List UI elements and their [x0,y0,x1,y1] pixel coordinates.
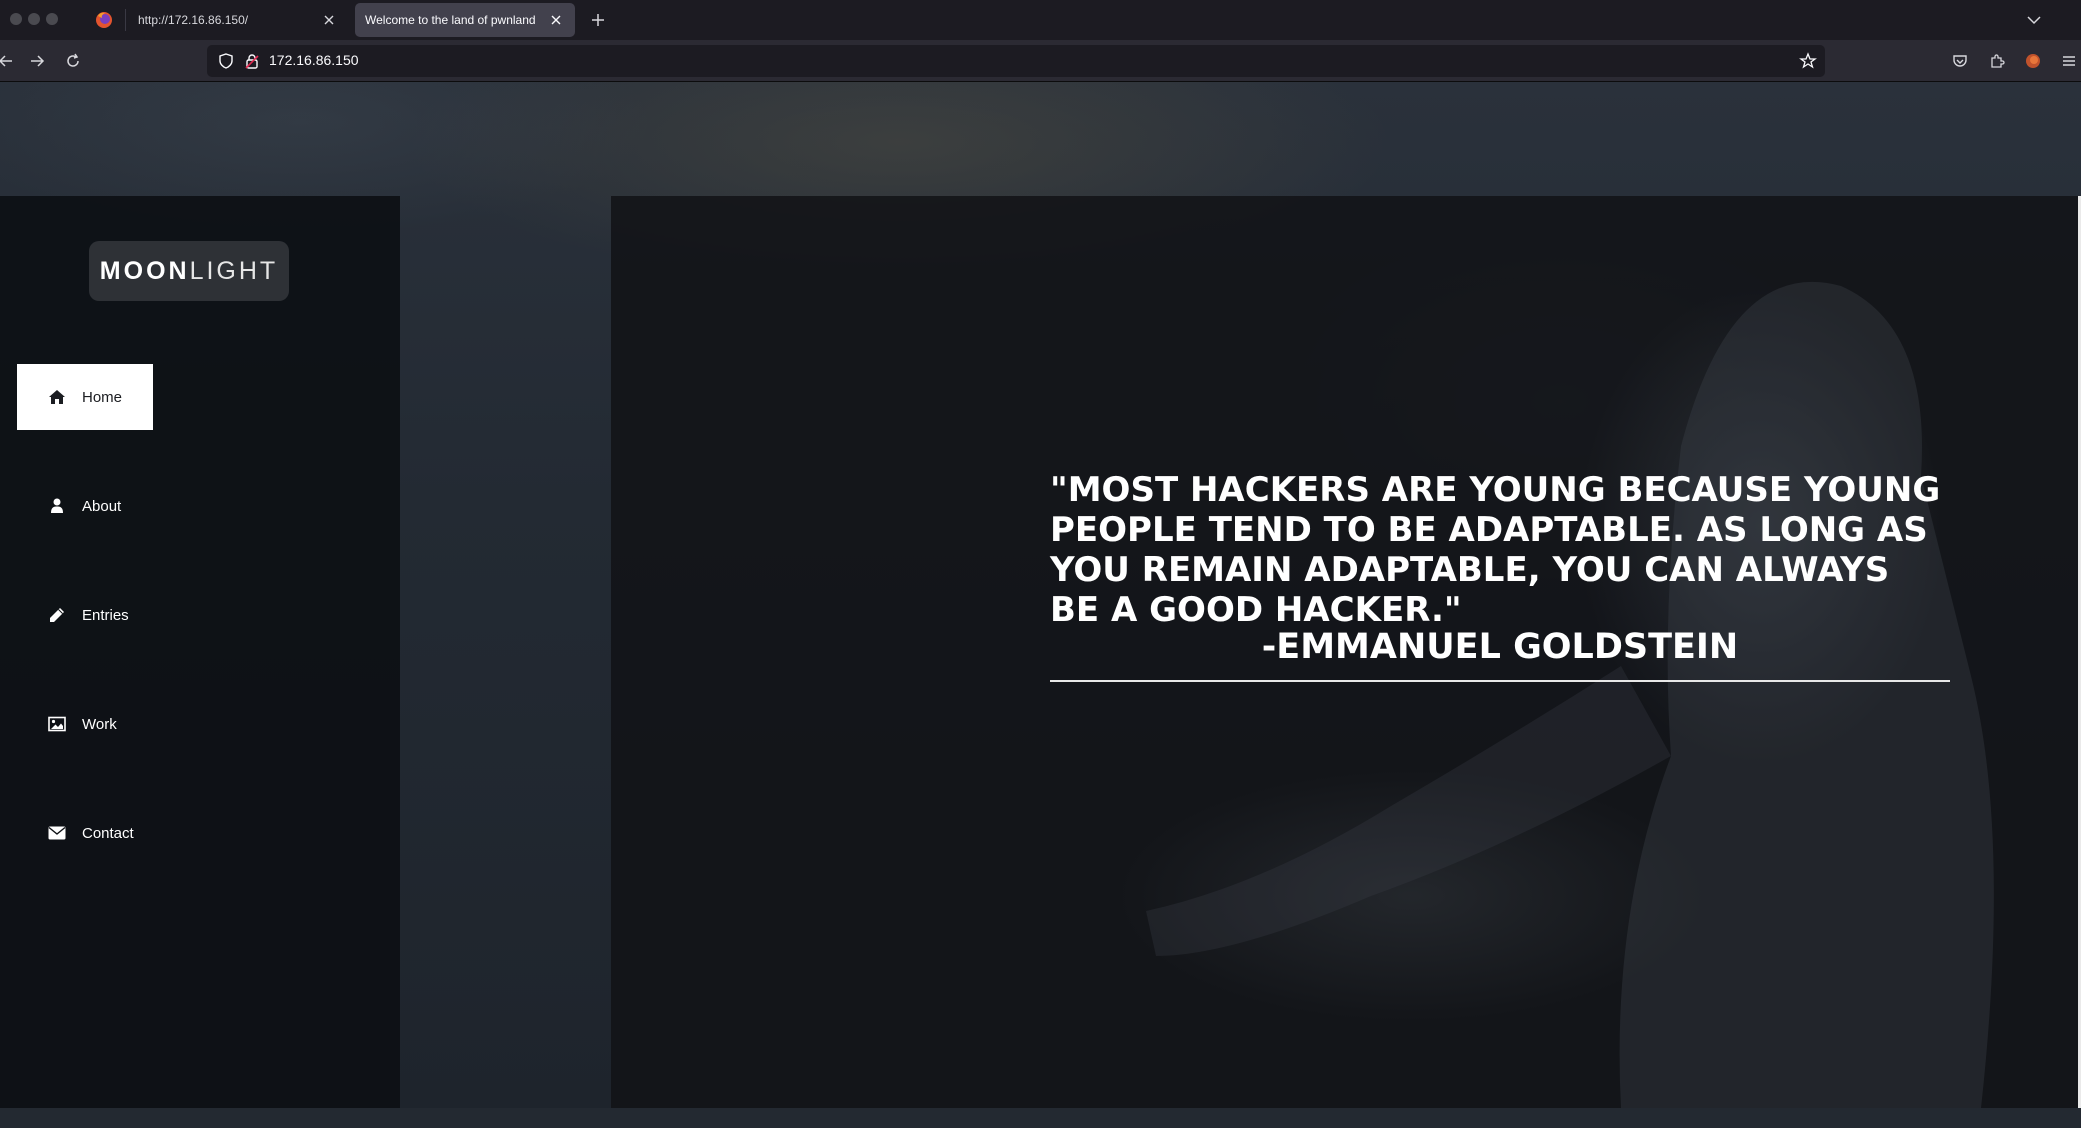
image-icon [47,715,67,733]
tab-pwnland[interactable]: Welcome to the land of pwnland [355,3,575,37]
nav-item-label: Contact [82,824,134,842]
envelope-icon [47,824,67,842]
logo-bold-text: MOON [99,256,190,285]
nav-item-label: Home [82,388,123,406]
hero-panel: "MOST HACKERS ARE YOUNG BECAUSE YOUNG PE… [611,196,2081,1108]
list-all-tabs-chevron-icon[interactable] [2024,10,2044,30]
tab-separator [125,9,126,31]
site-logo[interactable]: MOON LIGHT [89,241,289,301]
insecure-lock-icon[interactable] [243,52,261,70]
pencil-icon [47,606,67,624]
tab-close-icon[interactable] [547,11,565,29]
reload-icon[interactable] [61,49,85,73]
quote-text: "MOST HACKERS ARE YOUNG BECAUSE YOUNG PE… [1050,470,1941,630]
home-icon [47,388,67,406]
bookmark-star-icon[interactable] [1799,52,1817,70]
nav-item-about[interactable]: About [17,473,153,539]
url-text: 172.16.86.150 [269,52,359,68]
new-tab-plus-icon[interactable] [588,10,608,30]
navigation-toolbar: 172.16.86.150 [0,40,2081,82]
hamburger-menu-icon[interactable] [2057,49,2081,73]
logo-light-text: LIGHT [189,256,279,285]
nav-item-label: Work [82,715,117,733]
tab-bar: http://172.16.86.150/ Welcome to the lan… [0,0,2081,40]
tracking-protection-shield-icon[interactable] [217,52,235,70]
tab-close-icon[interactable] [320,11,338,29]
firefox-view-icon[interactable] [94,10,114,30]
url-bar[interactable]: 172.16.86.150 [207,45,1825,77]
nav-item-work[interactable]: Work [17,691,153,757]
sidebar: MOON LIGHT Home About Entries Work Conta… [0,196,400,1108]
nav-item-label: About [82,497,122,515]
pocket-icon[interactable] [1948,49,1972,73]
tab-title: Welcome to the land of pwnland [365,13,536,27]
page-bottom-strip [0,1108,2081,1128]
tab-ip-address[interactable]: http://172.16.86.150/ [128,3,348,37]
tab-title: http://172.16.86.150/ [138,13,249,27]
forward-arrow-icon[interactable] [25,49,49,73]
quote-author: -EMMANUEL GOLDSTEIN [1261,627,1739,667]
user-icon [47,497,67,515]
back-arrow-icon[interactable] [0,49,18,73]
account-avatar-icon[interactable] [2021,49,2045,73]
window-close-dot[interactable] [10,13,22,25]
nav-item-label: Entries [82,606,129,624]
quote-divider [1050,680,1950,682]
nav-item-contact[interactable]: Contact [17,800,153,866]
extensions-puzzle-icon[interactable] [1985,49,2009,73]
nav-item-home[interactable]: Home [17,364,153,430]
web-page: MOON LIGHT Home About Entries Work Conta… [0,82,2081,1128]
window-zoom-dot[interactable] [46,13,58,25]
nav-item-entries[interactable]: Entries [17,582,153,648]
window-minimize-dot[interactable] [28,13,40,25]
